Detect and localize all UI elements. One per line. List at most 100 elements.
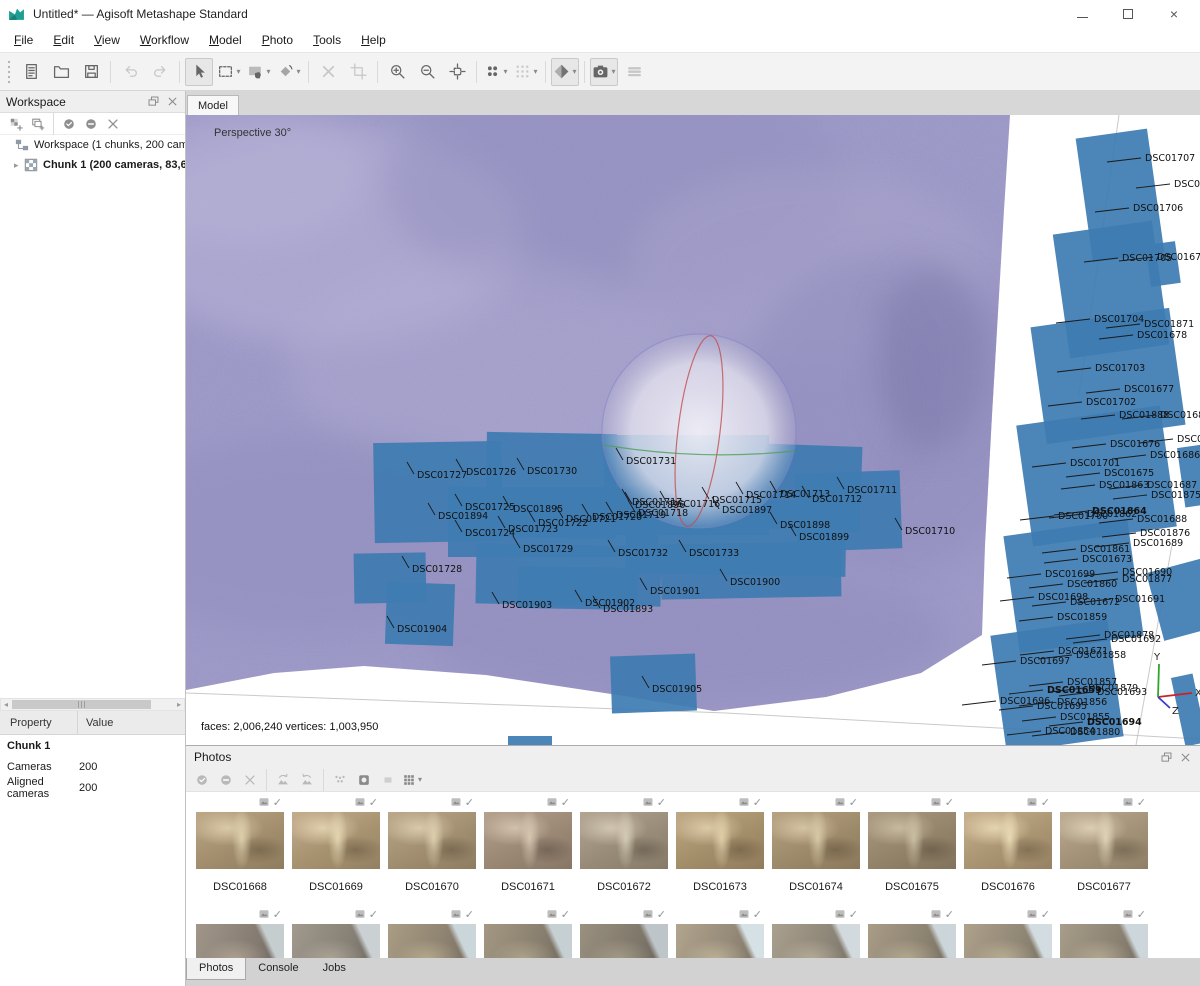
crop-button[interactable] <box>344 58 372 86</box>
photo-thumbnail[interactable]: ✓DSC01668 <box>192 796 288 893</box>
tab-console[interactable]: Console <box>246 958 310 979</box>
menu-tools[interactable]: Tools <box>303 30 351 50</box>
tab-jobs[interactable]: Jobs <box>311 958 358 979</box>
tab-photos[interactable]: Photos <box>186 958 246 980</box>
thumbnail-image[interactable] <box>964 924 1052 958</box>
photo-thumbnail[interactable]: ✓DSC01675 <box>864 796 960 893</box>
scrollbar-thumb[interactable] <box>12 700 151 709</box>
photo-thumbnail[interactable]: ✓ <box>960 908 1056 958</box>
thumbnail-image[interactable] <box>676 924 764 958</box>
pattern-button[interactable] <box>329 770 351 790</box>
remove-x-button[interactable] <box>239 770 261 790</box>
save-button[interactable] <box>77 58 105 86</box>
rotate-cw-button[interactable] <box>296 770 318 790</box>
photo-thumbnail[interactable]: ✓ <box>672 908 768 958</box>
photo-thumbnail[interactable]: ✓ <box>288 908 384 958</box>
dropdown-caret-icon[interactable]: ▾ <box>266 67 270 76</box>
rotate-object-button[interactable]: ▾ <box>275 58 303 86</box>
model-viewport[interactable]: DSC01731DSC01727DSC01726DSC01730DSC01725… <box>186 115 1200 745</box>
new-document-button[interactable] <box>17 58 45 86</box>
rect-selection-button[interactable]: ▾ <box>215 58 243 86</box>
add-chunk-button[interactable] <box>6 114 26 134</box>
photo-thumbnail[interactable]: ✓DSC01669 <box>288 796 384 893</box>
layers-button[interactable] <box>620 58 648 86</box>
zoom-out-button[interactable] <box>413 58 441 86</box>
enable-circle-button[interactable] <box>59 114 79 134</box>
scroll-left-arrow[interactable]: ◂ <box>1 699 11 710</box>
thumbnail-image[interactable] <box>1060 812 1148 869</box>
tree-item[interactable]: ▸Chunk 1 (200 cameras, 83,607 p <box>0 155 185 175</box>
menu-help[interactable]: Help <box>351 30 396 50</box>
rotate-ccw-button[interactable] <box>272 770 294 790</box>
capture-photo-button[interactable]: ▾ <box>590 58 618 86</box>
add-photos-button[interactable] <box>28 114 48 134</box>
thumbnail-image[interactable] <box>484 924 572 958</box>
move-object-button[interactable]: ▾ <box>245 58 273 86</box>
thumbnail-image[interactable] <box>580 812 668 869</box>
thumbnail-image[interactable] <box>868 812 956 869</box>
menu-edit[interactable]: Edit <box>43 30 84 50</box>
photo-thumbnail[interactable]: ✓DSC01673 <box>672 796 768 893</box>
remove-x-button[interactable] <box>103 114 123 134</box>
photo-thumbnail[interactable]: ✓ <box>864 908 960 958</box>
thumbnail-image[interactable] <box>196 924 284 958</box>
photo-thumbnail[interactable]: ✓ <box>192 908 288 958</box>
tree-item[interactable]: Workspace (1 chunks, 200 cameras) <box>0 135 185 155</box>
menu-file[interactable]: File <box>4 30 43 50</box>
photo-thumbnail[interactable]: ✓DSC01677 <box>1056 796 1152 893</box>
minimize-button[interactable] <box>1074 6 1090 22</box>
thumbnail-image[interactable] <box>868 924 956 958</box>
close-panel-icon[interactable] <box>1179 751 1192 764</box>
menu-view[interactable]: View <box>84 30 130 50</box>
thumbnail-image[interactable] <box>292 812 380 869</box>
camera-footprint[interactable] <box>1145 241 1181 287</box>
dropdown-caret-icon[interactable]: ▾ <box>572 67 576 76</box>
close-panel-icon[interactable] <box>166 95 179 108</box>
thumbnail-image[interactable] <box>772 812 860 869</box>
view-large-button[interactable] <box>353 770 375 790</box>
thumbnail-image[interactable] <box>388 812 476 869</box>
undo-button[interactable] <box>116 58 144 86</box>
view-grid-button[interactable]: ▾ <box>401 770 423 790</box>
dropdown-caret-icon[interactable]: ▾ <box>418 775 422 784</box>
thumbnail-image[interactable] <box>580 924 668 958</box>
select-arrow-button[interactable] <box>185 58 213 86</box>
camera-footprint[interactable] <box>508 736 552 745</box>
thumbnail-image[interactable] <box>196 812 284 869</box>
open-folder-button[interactable] <box>47 58 75 86</box>
menu-workflow[interactable]: Workflow <box>130 30 199 50</box>
float-panel-icon[interactable] <box>1160 751 1173 764</box>
photo-thumbnail[interactable]: ✓ <box>384 908 480 958</box>
photo-thumbnail[interactable]: ✓ <box>768 908 864 958</box>
scroll-right-arrow[interactable]: ▸ <box>174 699 184 710</box>
photo-thumbnail[interactable]: ✓DSC01671 <box>480 796 576 893</box>
disable-circle-button[interactable] <box>215 770 237 790</box>
float-panel-icon[interactable] <box>147 95 160 108</box>
delete-button[interactable] <box>314 58 342 86</box>
photo-thumbnail[interactable]: ✓DSC01672 <box>576 796 672 893</box>
model-scene[interactable]: DSC01731DSC01727DSC01726DSC01730DSC01725… <box>186 115 1200 745</box>
redo-button[interactable] <box>146 58 174 86</box>
dropdown-caret-icon[interactable]: ▾ <box>533 67 537 76</box>
menu-photo[interactable]: Photo <box>252 30 303 50</box>
dropdown-caret-icon[interactable]: ▾ <box>503 67 507 76</box>
thumbnail-image[interactable] <box>772 924 860 958</box>
photo-thumbnail[interactable]: ✓DSC01674 <box>768 796 864 893</box>
dropdown-caret-icon[interactable]: ▾ <box>611 67 615 76</box>
thumbnail-image[interactable] <box>1060 924 1148 958</box>
dropdown-caret-icon[interactable]: ▾ <box>296 67 300 76</box>
thumbnail-image[interactable] <box>292 924 380 958</box>
expand-arrow-icon[interactable]: ▸ <box>14 160 24 171</box>
thumbnail-image[interactable] <box>964 812 1052 869</box>
grid-dots-button[interactable]: ▾ <box>512 58 540 86</box>
dropdown-caret-icon[interactable]: ▾ <box>236 67 240 76</box>
camera-footprint[interactable] <box>385 582 455 646</box>
disable-circle-button[interactable] <box>81 114 101 134</box>
photo-thumbnail[interactable]: ✓DSC01676 <box>960 796 1056 893</box>
photo-thumbnail[interactable]: ✓ <box>1056 908 1152 958</box>
menu-model[interactable]: Model <box>199 30 252 50</box>
thumbnail-image[interactable] <box>484 812 572 869</box>
tab-model[interactable]: Model <box>187 95 239 115</box>
enable-circle-button[interactable] <box>191 770 213 790</box>
horizontal-scrollbar[interactable]: ◂ ▸ <box>0 698 185 711</box>
